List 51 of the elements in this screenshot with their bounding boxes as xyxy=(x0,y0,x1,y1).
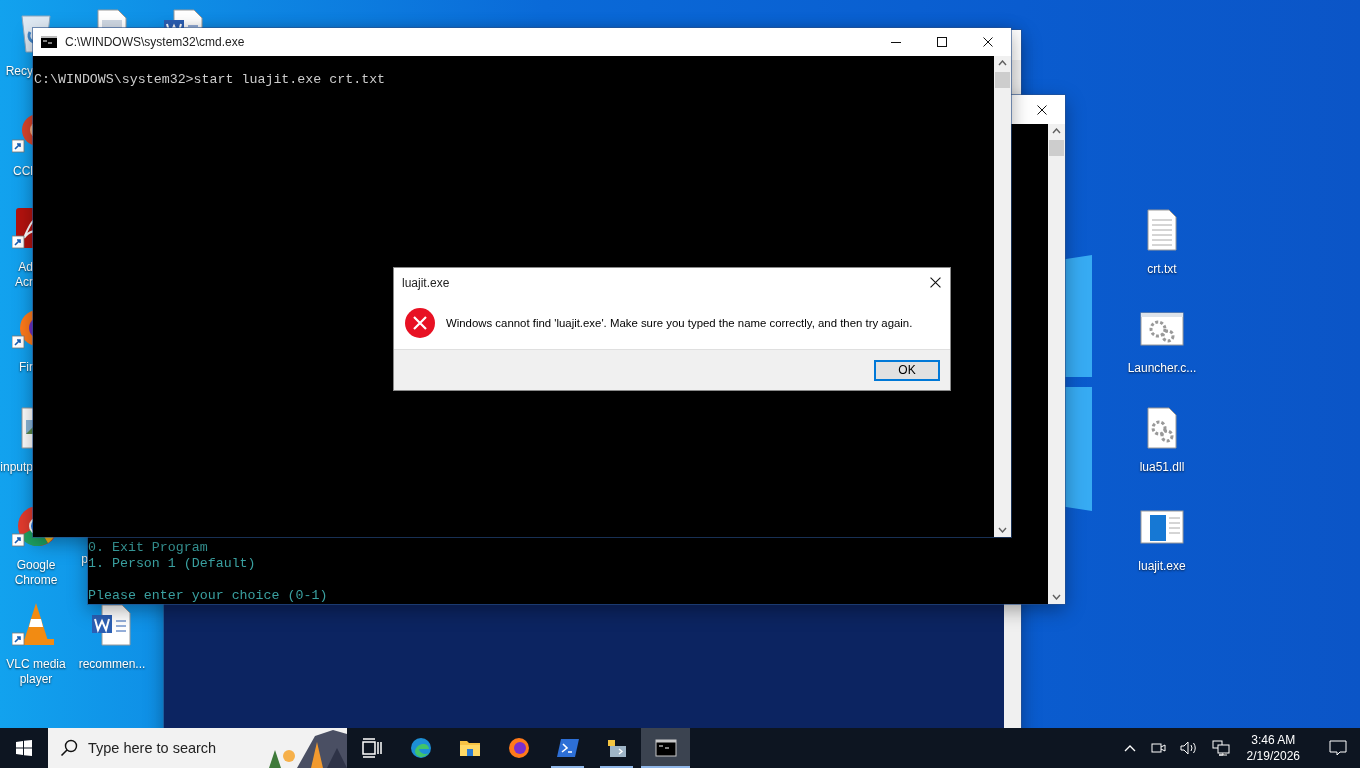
notification-icon xyxy=(1329,740,1347,756)
icon-label[interactable]: Launcher.c... xyxy=(1127,361,1197,376)
network-icon xyxy=(1211,740,1230,756)
error-message: Windows cannot find 'luajit.exe'. Make sure you typed the name correctly, and then try again. xyxy=(446,317,913,329)
caret-up-icon xyxy=(1123,744,1136,752)
close-icon xyxy=(929,277,941,288)
webcam-icon xyxy=(1149,740,1166,756)
scrollbar[interactable] xyxy=(994,56,1011,537)
dialog-title: luajit.exe xyxy=(402,275,451,290)
scrollbar-thumb[interactable] xyxy=(1049,140,1064,156)
icon-label[interactable]: recommen... xyxy=(78,657,146,672)
icon-label[interactable]: Google Chrome xyxy=(14,558,58,588)
icon-label[interactable]: p xyxy=(76,552,88,567)
icon-label[interactable]: crt.txt xyxy=(1147,262,1177,277)
search-icon xyxy=(60,739,78,757)
browser-icon xyxy=(506,736,531,760)
chevron-up-icon xyxy=(998,60,1007,66)
window-title: C:\WINDOWS\system32\cmd.exe xyxy=(65,35,246,49)
icon-label[interactable]: lua51.dll xyxy=(1139,460,1185,475)
scrollbar-thumb[interactable] xyxy=(995,72,1010,88)
clock-date[interactable]: 2/19/2026 xyxy=(1246,748,1300,764)
browser-icon xyxy=(408,736,433,760)
clock-time[interactable]: 3:46 AM xyxy=(1251,732,1296,748)
icon-label[interactable]: Ad Acr xyxy=(0,260,33,290)
icon-label[interactable]: Fir xyxy=(0,360,33,375)
task-view-icon xyxy=(359,736,384,760)
windows-icon xyxy=(16,740,32,756)
console-line: Please enter your choice (0-1) xyxy=(88,588,329,604)
search-field[interactable]: Type here to search xyxy=(88,740,228,756)
console-icon xyxy=(41,36,57,48)
icon-label[interactable]: CCl xyxy=(0,164,33,179)
chevron-down-icon xyxy=(998,527,1007,533)
error-icon xyxy=(404,307,436,339)
icon-label[interactable]: VLC media player xyxy=(6,657,66,687)
close-icon xyxy=(1037,104,1047,115)
icon-label[interactable]: Recy xyxy=(0,64,33,79)
close-icon xyxy=(983,37,993,47)
console-icon xyxy=(653,736,678,760)
terminal-icon xyxy=(555,736,580,760)
chevron-up-icon xyxy=(1052,128,1061,134)
maximize-icon xyxy=(937,37,947,47)
chevron-down-icon xyxy=(1052,594,1061,600)
console-line: 1. Person 1 (Default) xyxy=(88,556,257,572)
speaker-icon xyxy=(1179,740,1198,756)
console-line: C:\WINDOWS\system32>start luajit.exe crt.txt xyxy=(34,72,387,88)
taskbar-button[interactable] xyxy=(641,728,690,768)
ok-button[interactable]: OK xyxy=(874,359,940,381)
scrollbar[interactable] xyxy=(1048,124,1065,604)
console-line: 0. Exit Program xyxy=(88,540,209,556)
icon-label[interactable]: inputp xyxy=(0,460,33,475)
icon-label[interactable]: luajit.exe xyxy=(1138,559,1186,574)
